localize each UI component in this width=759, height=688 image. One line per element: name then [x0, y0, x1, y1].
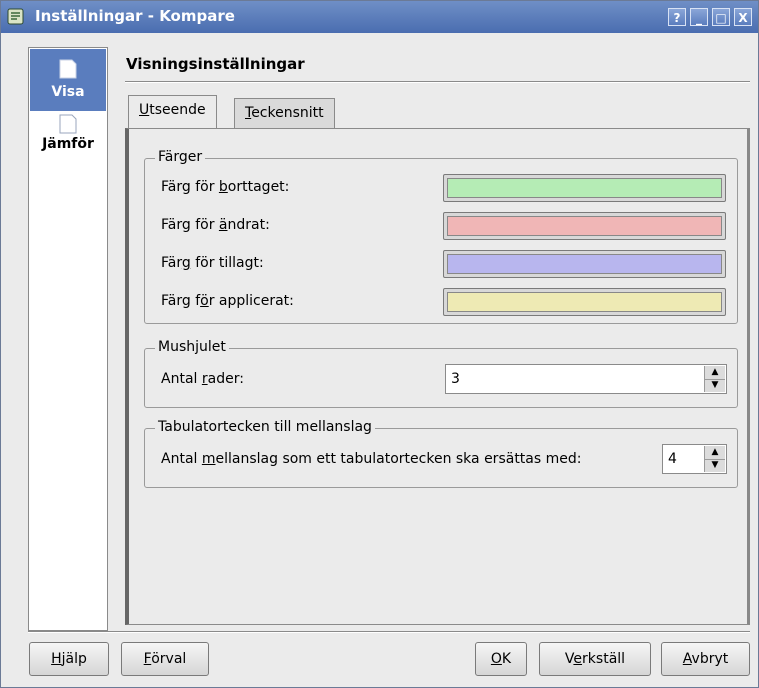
tab-teckensnitt[interactable]: Teckensnitt: [234, 98, 335, 128]
group-title: Färger: [155, 149, 206, 165]
spin-up-icon[interactable]: ▲: [705, 446, 725, 460]
tab-utseende[interactable]: Utseende: [128, 95, 217, 129]
lines-label: Antal rader:: [161, 371, 244, 387]
sidebar-item-label: Visa: [51, 84, 85, 100]
group-title: Tabulatortecken till mellanslag: [155, 419, 375, 435]
colors-group: Färger Färg för borttaget: Färg för ändr…: [144, 149, 738, 324]
sidebar: Visa Jämför: [28, 47, 108, 631]
ok-button[interactable]: OK: [475, 642, 527, 676]
spin-down-icon[interactable]: ▼: [705, 459, 725, 472]
tab-panel: Färger Färg för borttaget: Färg för ändr…: [125, 128, 750, 625]
spinbox-value: 4: [668, 451, 677, 467]
color-swatch: [447, 216, 722, 236]
color-label-added: Färg för tillagt:: [161, 255, 264, 271]
tab-spaces-spinbox[interactable]: 4 ▲ ▼: [662, 444, 727, 474]
color-button-applied[interactable]: [443, 288, 726, 316]
window-title: Inställningar - Kompare: [35, 7, 235, 25]
spin-down-icon[interactable]: ▼: [705, 379, 725, 392]
page-title: Visningsinställningar: [126, 55, 305, 73]
spin-up-icon[interactable]: ▲: [705, 366, 725, 380]
color-swatch: [447, 292, 722, 312]
defaults-button[interactable]: Förval: [121, 642, 209, 676]
tab-to-spaces-group: Tabulatortecken till mellanslag Antal me…: [144, 419, 738, 488]
spinbox-buttons: ▲ ▼: [704, 366, 725, 392]
divider: [28, 631, 750, 633]
mnemonic: U: [139, 102, 150, 118]
color-button-removed[interactable]: [443, 174, 726, 202]
minimize-button[interactable]: _: [690, 8, 708, 26]
group-title: Mushjulet: [155, 339, 229, 355]
color-label-changed: Färg för ändrat:: [161, 217, 270, 233]
spinbox-value: 3: [451, 371, 460, 387]
cancel-button[interactable]: Avbryt: [661, 642, 750, 676]
color-button-changed[interactable]: [443, 212, 726, 240]
color-button-added[interactable]: [443, 250, 726, 278]
color-label-applied: Färg för applicerat:: [161, 293, 294, 309]
color-swatch: [447, 178, 722, 198]
title-bar[interactable]: Inställningar - Kompare ? _ □ X: [1, 1, 758, 33]
spinbox-buttons: ▲ ▼: [704, 446, 725, 472]
tab-spaces-label: Antal mellanslag som ett tabulatortecken…: [161, 451, 582, 467]
mousewheel-group: Mushjulet Antal rader: 3 ▲ ▼: [144, 339, 738, 408]
tab-label: eckensnitt: [251, 105, 324, 121]
tab-label: tseende: [149, 102, 206, 118]
sidebar-item-jamfor[interactable]: Jämför: [30, 114, 106, 176]
sidebar-item-visa[interactable]: Visa: [30, 49, 106, 111]
help-button[interactable]: Hjälp: [29, 642, 109, 676]
sidebar-item-label: Jämför: [42, 136, 94, 152]
lines-spinbox[interactable]: 3 ▲ ▼: [445, 364, 727, 394]
page-icon: [59, 114, 77, 134]
color-label-removed: Färg för borttaget:: [161, 179, 290, 195]
settings-dialog: Inställningar - Kompare ? _ □ X Visa Jäm…: [0, 0, 759, 688]
help-title-button[interactable]: ?: [668, 8, 686, 26]
close-button[interactable]: X: [734, 8, 752, 26]
kompare-app-icon: [7, 8, 24, 25]
apply-button[interactable]: Verkställ: [539, 642, 651, 676]
divider: [125, 81, 750, 83]
color-swatch: [447, 254, 722, 274]
maximize-button[interactable]: □: [712, 8, 730, 26]
page-icon: [59, 59, 77, 79]
